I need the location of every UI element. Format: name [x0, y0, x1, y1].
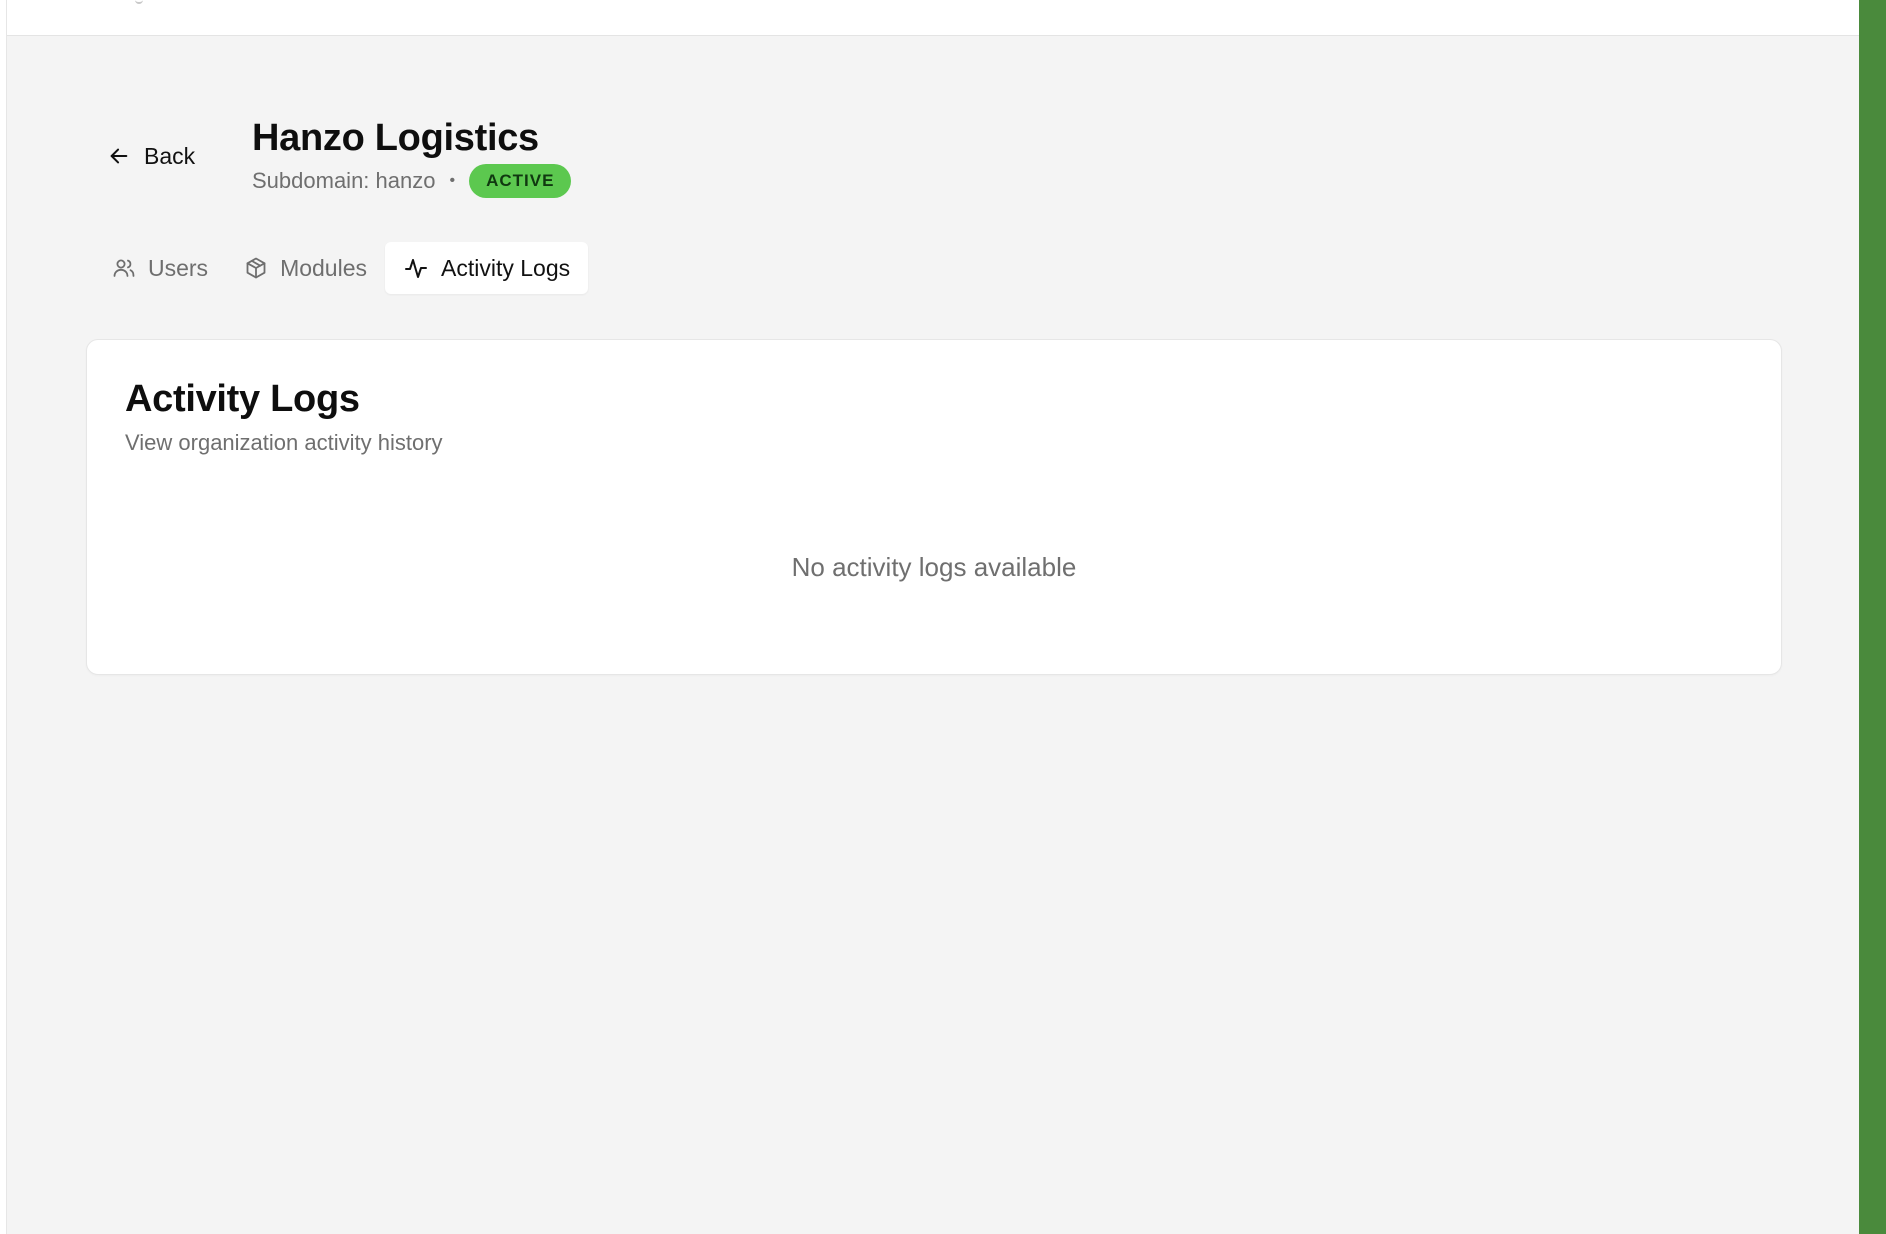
back-button-label: Back — [144, 142, 196, 169]
tab-modules[interactable]: Modules — [226, 242, 385, 294]
tab-users-label: Users — [148, 254, 209, 281]
desktop-background-strip — [1859, 0, 1886, 1234]
top-bar — [7, 0, 1859, 36]
card-subtitle: View organization activity history — [125, 430, 443, 455]
status-badge: ACTIVE — [469, 164, 572, 198]
tab-modules-label: Modules — [280, 254, 367, 281]
window-left-edge — [0, 0, 7, 1234]
arrow-left-icon — [108, 145, 130, 167]
package-icon — [244, 256, 268, 280]
empty-state-message: No activity logs available — [791, 552, 1077, 582]
card-title: Activity Logs — [125, 378, 360, 420]
users-icon — [112, 256, 136, 280]
activity-logs-card: Activity Logs View organization activity… — [86, 339, 1782, 675]
page-title: Hanzo Logistics — [252, 117, 539, 159]
back-button[interactable]: Back — [108, 138, 195, 174]
subdomain-text: Subdomain: hanzo — [252, 168, 436, 193]
activity-icon — [403, 256, 429, 280]
separator-dot: • — [449, 172, 456, 189]
tab-users[interactable]: Users — [94, 242, 226, 294]
org-meta: Subdomain: hanzo • ACTIVE — [252, 164, 572, 198]
top-bar-icon — [135, 0, 143, 4]
tab-bar: Users Modules Activity Logs — [94, 242, 589, 294]
tab-activity-logs[interactable]: Activity Logs — [385, 242, 589, 294]
tab-activity-logs-label: Activity Logs — [441, 254, 571, 281]
